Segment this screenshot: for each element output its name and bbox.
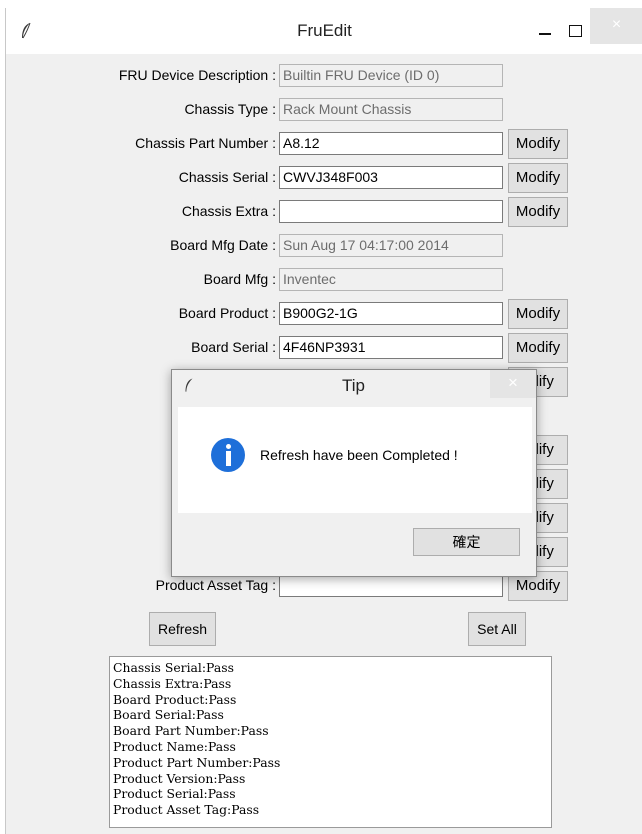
field-label: Chassis Serial :: [178, 169, 276, 185]
field-input: Builtin FRU Device (ID 0): [279, 64, 503, 87]
field-input: Sun Aug 17 04:17:00 2014: [279, 234, 503, 257]
field-input: Inventec: [279, 268, 503, 291]
modify-button[interactable]: Modify: [508, 129, 568, 159]
modify-button[interactable]: Modify: [508, 299, 568, 329]
field-input[interactable]: CWVJ348F003: [279, 166, 503, 189]
dialog-message: Refresh have been Completed !: [260, 447, 458, 463]
tip-dialog: Tip × Refresh have been Completed ! 確定: [171, 369, 537, 577]
field-label: Chassis Type :: [184, 101, 276, 117]
field-label: Chassis Extra :: [181, 203, 276, 219]
feather-icon: [185, 378, 193, 392]
field-input: Rack Mount Chassis: [279, 98, 503, 121]
result-log[interactable]: Chassis Serial:Pass Chassis Extra:Pass B…: [109, 656, 552, 828]
field-input[interactable]: [279, 200, 503, 223]
dialog-close-button[interactable]: ×: [490, 370, 536, 398]
close-button[interactable]: ×: [590, 8, 642, 44]
modify-button[interactable]: Modify: [508, 163, 568, 193]
modify-button[interactable]: Modify: [508, 333, 568, 363]
dialog-title: Tip: [342, 376, 365, 395]
field-label: Board Product :: [178, 305, 276, 321]
field-label: Product Asset Tag :: [155, 577, 276, 593]
fruedit-window: FruEdit × FRU Device Description : Builti…: [5, 8, 642, 834]
ok-button[interactable]: 確定: [413, 528, 520, 556]
title-bar[interactable]: FruEdit ×: [6, 8, 642, 54]
dialog-body: Refresh have been Completed !: [178, 407, 532, 513]
minimize-icon[interactable]: [539, 33, 551, 35]
info-icon: [211, 438, 245, 472]
window-title: FruEdit: [297, 21, 352, 40]
field-label: Board Mfg Date :: [170, 237, 276, 253]
maximize-icon[interactable]: [569, 25, 582, 37]
field-label: Chassis Part Number :: [135, 135, 276, 151]
field-input[interactable]: B900G2-1G: [279, 302, 503, 325]
field-input[interactable]: [279, 574, 503, 597]
field-input[interactable]: A8.12: [279, 132, 503, 155]
field-label: Board Mfg :: [203, 271, 276, 287]
field-input[interactable]: 4F46NP3931: [279, 336, 503, 359]
dialog-title-bar[interactable]: Tip ×: [172, 370, 536, 400]
modify-button[interactable]: Modify: [508, 197, 568, 227]
refresh-button[interactable]: Refresh: [149, 612, 216, 646]
field-label: FRU Device Description :: [118, 67, 276, 83]
field-label: Board Serial :: [191, 339, 276, 355]
set-all-button[interactable]: Set All: [468, 612, 526, 646]
